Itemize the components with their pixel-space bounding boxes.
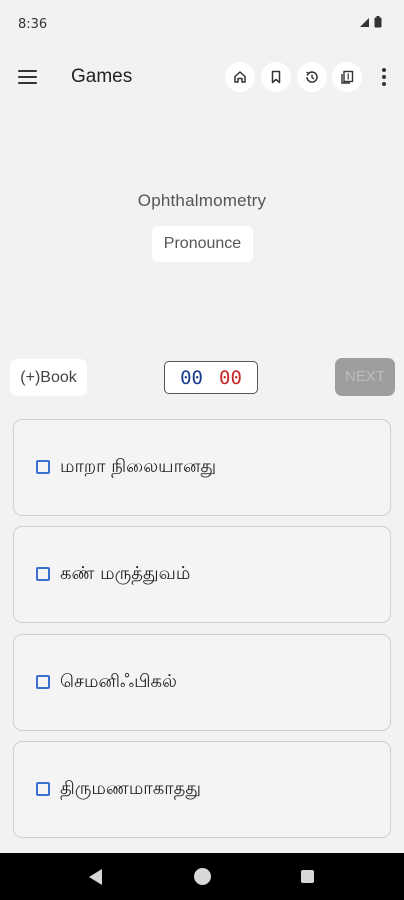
answer-option-label: கண் மருத்துவம்: [60, 563, 191, 584]
answer-option[interactable]: திருமணமாகாதது: [13, 741, 391, 838]
checkbox[interactable]: [36, 782, 50, 796]
menu-button[interactable]: [14, 64, 42, 92]
answer-option[interactable]: மாறா நிலையானது: [13, 419, 391, 516]
checkbox[interactable]: [36, 675, 50, 689]
score-counter: 00 00: [164, 361, 258, 394]
status-bar: 8:36: [0, 0, 404, 50]
more-dot: [382, 75, 386, 79]
next-button[interactable]: NEXT: [335, 358, 395, 396]
answer-option-label: திருமணமாகாதது: [60, 778, 201, 799]
history-icon: [306, 71, 318, 83]
pronounce-button[interactable]: Pronounce: [152, 226, 253, 262]
back-icon[interactable]: [89, 869, 102, 885]
question-word: Ophthalmometry: [137, 191, 267, 210]
home-button[interactable]: [225, 62, 255, 92]
answer-option[interactable]: கண் மருத்துவம்: [13, 526, 391, 623]
home-nav-icon[interactable]: [194, 868, 211, 885]
signal-icon: [360, 17, 369, 27]
score-correct: 00: [180, 366, 203, 389]
answer-option[interactable]: செமனிஃபிகல்: [13, 634, 391, 731]
more-vert-icon: [382, 68, 386, 72]
answer-option-label: மாறா நிலையானது: [60, 456, 217, 477]
menu-icon-bar: [18, 82, 37, 84]
bookmark-icon: [271, 70, 281, 84]
checkbox[interactable]: [36, 567, 50, 581]
recents-icon[interactable]: [301, 870, 314, 883]
system-nav-bar: [0, 853, 404, 900]
add-to-book-button[interactable]: (+)Book: [10, 359, 87, 396]
battery-icon: [374, 16, 382, 28]
score-wrong: 00: [219, 366, 242, 389]
status-time: 8:36: [18, 17, 48, 32]
answer-option-label: செமனிஃபிகல்: [60, 671, 177, 692]
page-title: Games: [71, 66, 133, 87]
flashcards-icon: [341, 70, 354, 84]
checkbox[interactable]: [36, 460, 50, 474]
history-button[interactable]: [297, 62, 327, 92]
menu-icon: [18, 70, 37, 72]
bookmark-button[interactable]: [261, 62, 291, 92]
more-dot: [382, 82, 386, 86]
flashcards-button[interactable]: [332, 62, 362, 92]
app-bar: Games: [0, 50, 404, 106]
home-icon: [234, 71, 246, 83]
status-icons: [359, 16, 382, 28]
menu-icon-bar: [18, 76, 37, 78]
more-options-button[interactable]: [376, 62, 392, 92]
